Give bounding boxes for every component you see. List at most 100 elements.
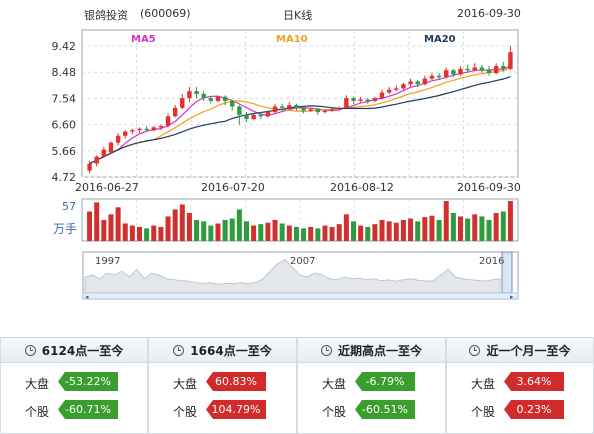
x-tick-label: 2016-06-27 — [75, 181, 139, 194]
volume-bar — [122, 223, 128, 241]
candle-body — [301, 107, 306, 111]
volume-bar — [415, 221, 421, 241]
volume-bar — [472, 214, 478, 241]
x-tick-label: 2016-09-30 — [457, 181, 521, 194]
panel-header: 6124点一至今 — [1, 337, 147, 363]
candle-body — [315, 109, 321, 113]
candle-body — [244, 114, 249, 120]
volume-bar — [351, 221, 356, 241]
candle-body — [187, 91, 192, 99]
candle-body — [130, 130, 135, 132]
candle-body — [294, 105, 299, 108]
candle-body — [258, 114, 263, 117]
volume-bar — [129, 225, 135, 241]
candle-body — [108, 142, 114, 153]
volume-bar — [215, 223, 221, 241]
panel-header: 近一个月一至今 — [447, 337, 593, 363]
volume-bar — [429, 215, 435, 241]
dapan-row: 大盘 -6.79% — [298, 372, 445, 394]
panel-title: 近一个月一至今 — [486, 343, 571, 358]
panel-header: 近期高点一至今 — [298, 337, 445, 363]
y-tick-label: 9.42 — [52, 40, 77, 53]
volume-bar — [365, 226, 371, 241]
volume-bar — [358, 225, 364, 241]
volume-bar — [244, 221, 249, 241]
overview-year-label: 2007 — [290, 256, 315, 267]
volume-bar — [386, 221, 392, 241]
dapan-value-badge: -6.79% — [355, 372, 415, 391]
clock-icon — [320, 344, 332, 356]
scroll-left-arrow: ◂ — [85, 293, 89, 300]
volume-bar — [293, 226, 299, 241]
legend-ma5: MA5 — [131, 34, 156, 45]
volume-bar — [272, 219, 278, 241]
candle-body — [265, 112, 271, 117]
clock-icon — [24, 344, 36, 356]
legend-ma10: MA10 — [276, 34, 308, 45]
volume-bar — [436, 219, 442, 241]
overview-selection — [501, 251, 513, 294]
volume-bar — [443, 201, 449, 241]
overview-year-label: 1997 — [95, 256, 120, 267]
candle-body — [493, 66, 499, 74]
candle-body — [508, 52, 513, 69]
candle-body — [94, 156, 99, 164]
stock-chart: 9.42 8.48 7.54 6.60 5.66 4.72 MA5 MA10 MA20 2016-… — [52, 29, 521, 300]
dapan-label: 大盘 — [173, 377, 198, 391]
performance-panel: 6124点一至今 大盘 -53.22% 个股 -60.71% — [0, 337, 148, 434]
volume-bar — [115, 207, 121, 241]
volume-bar — [179, 204, 185, 241]
candle-body — [344, 98, 349, 108]
overview-scrollbar — [82, 292, 519, 300]
volume-bar — [286, 225, 292, 241]
gegu-label: 个股 — [471, 405, 496, 419]
volume-bar — [315, 228, 321, 241]
volume-bar — [236, 209, 242, 241]
gegu-row: 个股 104.79% — [149, 400, 296, 422]
candle-body — [222, 96, 228, 101]
candle-body — [436, 75, 442, 78]
candle-body — [172, 107, 178, 117]
performance-panel: 近期高点一至今 大盘 -6.79% 个股 -60.51% — [297, 337, 446, 434]
volume-bar — [101, 219, 107, 241]
candle-body — [279, 106, 285, 108]
candle-body — [401, 84, 406, 89]
dapan-label: 大盘 — [25, 377, 50, 391]
y-tick-label: 4.72 — [52, 171, 77, 184]
y-tick-label: 6.60 — [52, 119, 77, 132]
candle-body — [379, 92, 385, 99]
volume-bar — [144, 228, 150, 241]
gegu-value-badge: 0.23% — [504, 400, 564, 419]
candle-body — [472, 67, 477, 71]
volume-bar — [507, 201, 513, 241]
dapan-label: 大盘 — [322, 377, 347, 391]
volume-bar — [393, 222, 399, 241]
volume-bar — [343, 214, 349, 241]
volume-bar — [486, 219, 492, 241]
candle-body — [408, 81, 413, 85]
panel-header: 1664点一至今 — [149, 337, 296, 363]
volume-bar — [336, 224, 342, 241]
clock-icon — [173, 344, 185, 356]
gegu-row: 个股 0.23% — [447, 400, 593, 422]
candle-body — [458, 68, 463, 75]
dapan-row: 大盘 -53.22% — [1, 372, 147, 394]
candle-body — [215, 96, 221, 101]
candle-body — [501, 66, 506, 69]
dapan-value-badge: 3.64% — [504, 372, 564, 391]
y-tick-label: 5.66 — [52, 145, 77, 158]
dapan-row: 大盘 3.64% — [447, 372, 593, 394]
gegu-value-badge: -60.51% — [355, 400, 415, 419]
candle-body — [337, 107, 342, 110]
volume-bar — [108, 214, 114, 241]
volume-unit-label: 万手 — [53, 222, 77, 236]
volume-bar — [493, 212, 499, 241]
candle-body — [358, 99, 363, 101]
candle-body — [165, 116, 171, 126]
performance-panel: 1664点一至今 大盘 60.83% 个股 104.79% — [148, 337, 297, 434]
volume-bar — [322, 225, 328, 241]
volume-bar — [408, 218, 414, 241]
panel-title: 6124点一至今 — [41, 343, 124, 358]
volume-bar — [94, 202, 100, 241]
candle-body — [272, 106, 278, 113]
